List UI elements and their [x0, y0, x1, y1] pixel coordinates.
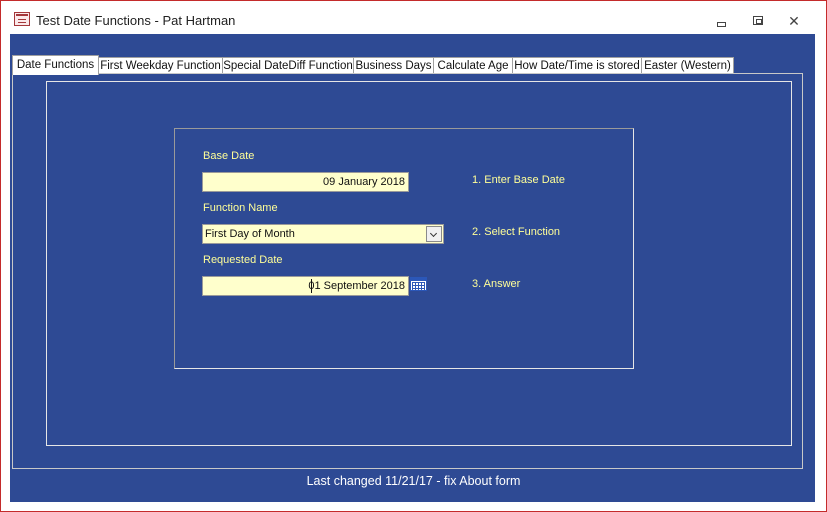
- tab-first-weekday-function[interactable]: First Weekday Function: [98, 57, 223, 74]
- date-function-panel: [174, 128, 634, 369]
- tab-easter-western[interactable]: Easter (Western): [641, 57, 734, 74]
- restore-button[interactable]: [748, 13, 768, 29]
- tab-label: How Date/Time is stored: [514, 60, 640, 72]
- minimize-button[interactable]: [712, 13, 732, 29]
- tab-special-datediff-function[interactable]: Special DateDiff Function: [222, 57, 354, 74]
- tab-how-date-time-is-stored[interactable]: How Date/Time is stored: [512, 57, 642, 74]
- window-title: Test Date Functions - Pat Hartman: [36, 13, 236, 28]
- base-date-field[interactable]: 09 January 2018: [202, 172, 409, 192]
- minimize-icon: [717, 22, 726, 27]
- tab-calculate-age[interactable]: Calculate Age: [433, 57, 513, 74]
- tab-label: Special DateDiff Function: [223, 60, 353, 72]
- footer-status: Last changed 11/21/17 - fix About form: [306, 474, 521, 488]
- requested-date-label: Requested Date: [203, 254, 283, 266]
- tab-label: Calculate Age: [437, 60, 509, 72]
- tab-label: Easter (Western): [644, 60, 731, 72]
- tab-date-functions[interactable]: Date Functions: [12, 55, 99, 75]
- function-name-value: First Day of Month: [205, 228, 295, 240]
- close-icon: ✕: [788, 13, 800, 29]
- tab-label: Date Functions: [16, 59, 95, 71]
- function-name-combobox[interactable]: First Day of Month: [202, 224, 444, 244]
- base-date-label: Base Date: [203, 150, 255, 162]
- function-name-label: Function Name: [203, 202, 278, 214]
- function-name-hint: 2. Select Function: [472, 226, 561, 238]
- requested-date-hint: 3. Answer: [472, 278, 521, 290]
- calendar-icon[interactable]: [410, 277, 427, 291]
- base-date-hint: 1. Enter Base Date: [472, 174, 565, 186]
- access-form-icon: [14, 12, 30, 26]
- requested-date-field[interactable]: 01 September 2018: [202, 276, 409, 296]
- chevron-down-icon[interactable]: [426, 226, 442, 242]
- tab-label: First Weekday Function: [100, 60, 221, 72]
- tab-label: Business Days: [355, 60, 432, 72]
- tab-business-days[interactable]: Business Days: [353, 57, 434, 74]
- restore-icon: [753, 16, 763, 25]
- close-button[interactable]: ✕: [784, 13, 804, 29]
- text-cursor: [311, 279, 312, 293]
